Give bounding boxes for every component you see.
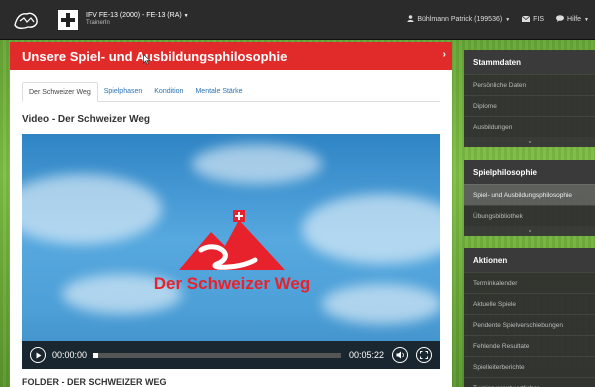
tab-spielphasen[interactable]: Spielphasen bbox=[98, 81, 149, 101]
chevron-down-icon: ▼ bbox=[505, 16, 511, 23]
schweizer-weg-logo: Der Schweizer Weg bbox=[154, 210, 310, 305]
sidebar-item-pendente-spielverschiebungen[interactable]: Pendente Spielverschiebungen bbox=[464, 314, 595, 335]
video-progress-fill bbox=[93, 352, 98, 358]
play-icon bbox=[36, 352, 41, 358]
section-title: Video - Der Schweizer Weg bbox=[22, 114, 151, 125]
video-player[interactable]: Der Schweizer Weg 00:00:00 00:05:22 bbox=[22, 134, 440, 369]
current-time: 00:00:00 bbox=[52, 350, 88, 360]
team-selector[interactable]: IFV FE-13 (2000) - FE-13 (RA) ▼ TrainerI… bbox=[86, 12, 189, 27]
page-header: Unsere Spiel- und Ausbildungsphilosophie… bbox=[10, 42, 452, 70]
user-name: Bühlmann Patrick (199536) bbox=[417, 16, 503, 23]
chevron-down-icon: ▼ bbox=[584, 16, 589, 23]
play-button[interactable] bbox=[30, 347, 46, 363]
video-progress-bar[interactable] bbox=[93, 352, 341, 358]
fullscreen-icon bbox=[420, 351, 428, 359]
panel-title[interactable]: Aktionen bbox=[464, 248, 595, 272]
chevron-right-icon[interactable]: › bbox=[443, 49, 446, 60]
sfv-logo-icon[interactable] bbox=[8, 5, 44, 35]
sidebar-item-spiel-und-ausbildungsphilosophie[interactable]: Spiel- und Ausbildungsphilosophie bbox=[464, 184, 595, 205]
video-controls: 00:00:00 00:05:22 bbox=[22, 341, 440, 369]
sidebar-item-ausbildungen[interactable]: Ausbildungen bbox=[464, 116, 595, 137]
sidebar-item-spielleiterberichte[interactable]: Spielleiterberichte bbox=[464, 356, 595, 377]
duration: 00:05:22 bbox=[348, 350, 384, 360]
mouse-cursor-icon bbox=[143, 52, 151, 65]
sidebar-item-uebungsbibliothek[interactable]: Übungsbibliothek bbox=[464, 205, 595, 226]
panel-title[interactable]: Spielphilosophie bbox=[464, 160, 595, 184]
fis-label: FIS bbox=[533, 16, 545, 23]
team-role: TrainerIn bbox=[86, 20, 110, 27]
sidebar-item-turnierverantwortlicher[interactable]: Turnierverantwortlicher bbox=[464, 377, 595, 387]
tab-der-schweizer-weg[interactable]: Der Schweizer Weg bbox=[22, 82, 98, 102]
speech-bubble-icon bbox=[556, 15, 565, 24]
fullscreen-button[interactable] bbox=[416, 347, 432, 363]
cloud-shape bbox=[22, 174, 162, 244]
volume-icon bbox=[396, 351, 404, 359]
fis-link[interactable]: FIS bbox=[521, 15, 545, 24]
panel-collapse-handle[interactable] bbox=[464, 137, 595, 147]
team-badge-icon bbox=[58, 9, 78, 30]
help-menu[interactable]: Hilfe ▼ bbox=[556, 15, 589, 24]
sidebar-item-diplome[interactable]: Diplome bbox=[464, 95, 595, 116]
cloud-shape bbox=[322, 284, 440, 324]
video-brand-text: Der Schweizer Weg bbox=[153, 274, 311, 293]
sidebar-item-persoenliche-daten[interactable]: Persönliche Daten bbox=[464, 74, 595, 95]
mail-icon bbox=[521, 15, 531, 24]
tab-bar: Der Schweizer Weg Spielphasen Kondition … bbox=[22, 82, 440, 102]
sidebar-panel-aktionen: Aktionen Terminkalender Aktuelle Spiele … bbox=[464, 248, 595, 387]
sidebar-panel-spielphilosophie: Spielphilosophie Spiel- und Ausbildungsp… bbox=[464, 160, 595, 236]
user-menu[interactable]: Bühlmann Patrick (199536) ▼ bbox=[407, 15, 510, 24]
sidebar-item-aktuelle-spiele[interactable]: Aktuelle Spiele bbox=[464, 293, 595, 314]
sidebar-panel-stammdaten: Stammdaten Persönliche Daten Diplome Aus… bbox=[464, 50, 595, 147]
top-navbar: IFV FE-13 (2000) - FE-13 (RA) ▼ TrainerI… bbox=[0, 0, 595, 40]
chevron-down-icon: ▼ bbox=[183, 13, 189, 20]
help-label: Hilfe bbox=[567, 16, 582, 23]
panel-title[interactable]: Stammdaten bbox=[464, 50, 595, 74]
sidebar-item-terminkalender[interactable]: Terminkalender bbox=[464, 272, 595, 293]
panel-collapse-handle[interactable] bbox=[464, 226, 595, 236]
page-title: Unsere Spiel- und Ausbildungsphilosophie bbox=[22, 48, 288, 64]
mountain-icon bbox=[179, 210, 285, 270]
folder-title: FOLDER - DER SCHWEIZER WEG bbox=[22, 377, 167, 387]
user-icon bbox=[407, 15, 414, 24]
cloud-shape bbox=[192, 144, 322, 184]
volume-button[interactable] bbox=[392, 347, 408, 363]
tab-mentale-staerke[interactable]: Mentale Stärke bbox=[189, 81, 248, 101]
sidebar-item-fehlende-resultate[interactable]: Fehlende Resultate bbox=[464, 335, 595, 356]
cloud-shape bbox=[302, 194, 440, 264]
tab-kondition[interactable]: Kondition bbox=[148, 81, 189, 101]
team-title: IFV FE-13 (2000) - FE-13 (RA) bbox=[86, 12, 182, 20]
main-content: Unsere Spiel- und Ausbildungsphilosophie… bbox=[10, 42, 452, 387]
